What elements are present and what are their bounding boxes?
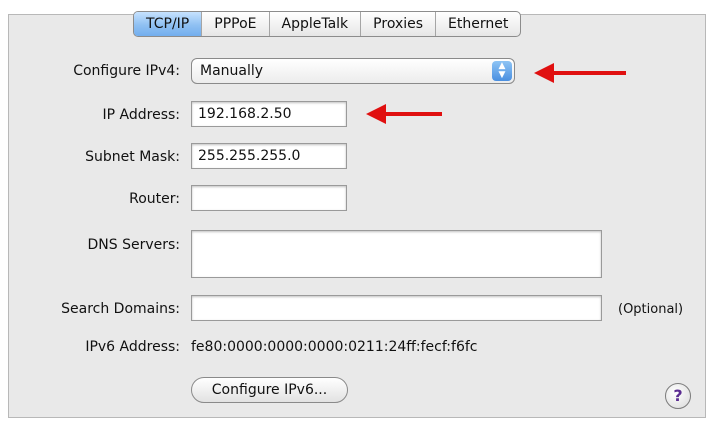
ipv6-address-value: fe80:0000:0000:0000:0211:24ff:fecf:f6fc xyxy=(191,339,478,355)
tab-tcpip[interactable]: TCP/IP xyxy=(134,12,202,36)
popup-arrows-icon: ▲ ▼ xyxy=(492,61,512,81)
configure-ipv4-value: Manually xyxy=(200,63,264,79)
dns-servers-field[interactable] xyxy=(191,230,602,278)
optional-hint: (Optional) xyxy=(618,302,684,317)
annotation-arrow-icon xyxy=(366,104,442,124)
tab-appletalk[interactable]: AppleTalk xyxy=(268,12,361,36)
subnet-mask-label: Subnet Mask: xyxy=(85,149,180,165)
configure-ipv6-button[interactable]: Configure IPv6... xyxy=(191,377,348,403)
annotation-arrow-icon xyxy=(534,63,626,83)
search-domains-field[interactable] xyxy=(191,295,602,321)
subnet-mask-field[interactable]: 255.255.255.0 xyxy=(191,143,347,169)
router-field[interactable] xyxy=(191,185,347,211)
tab-proxies[interactable]: Proxies xyxy=(360,12,435,36)
configure-ipv4-popup[interactable]: Manually ▲ ▼ xyxy=(191,58,515,84)
configure-ipv4-label: Configure IPv4: xyxy=(73,63,180,79)
tab-pppoe[interactable]: PPPoE xyxy=(201,12,268,36)
tab-ethernet[interactable]: Ethernet xyxy=(435,12,520,36)
router-label: Router: xyxy=(129,191,180,207)
search-domains-label: Search Domains: xyxy=(61,301,180,317)
ip-address-field[interactable]: 192.168.2.50 xyxy=(191,101,347,127)
dns-servers-label: DNS Servers: xyxy=(87,237,180,253)
help-icon[interactable]: ? xyxy=(665,383,691,409)
ipv6-address-label: IPv6 Address: xyxy=(85,339,180,355)
ip-address-label: IP Address: xyxy=(102,107,181,123)
tab-bar: TCP/IP PPPoE AppleTalk Proxies Ethernet xyxy=(133,11,522,37)
